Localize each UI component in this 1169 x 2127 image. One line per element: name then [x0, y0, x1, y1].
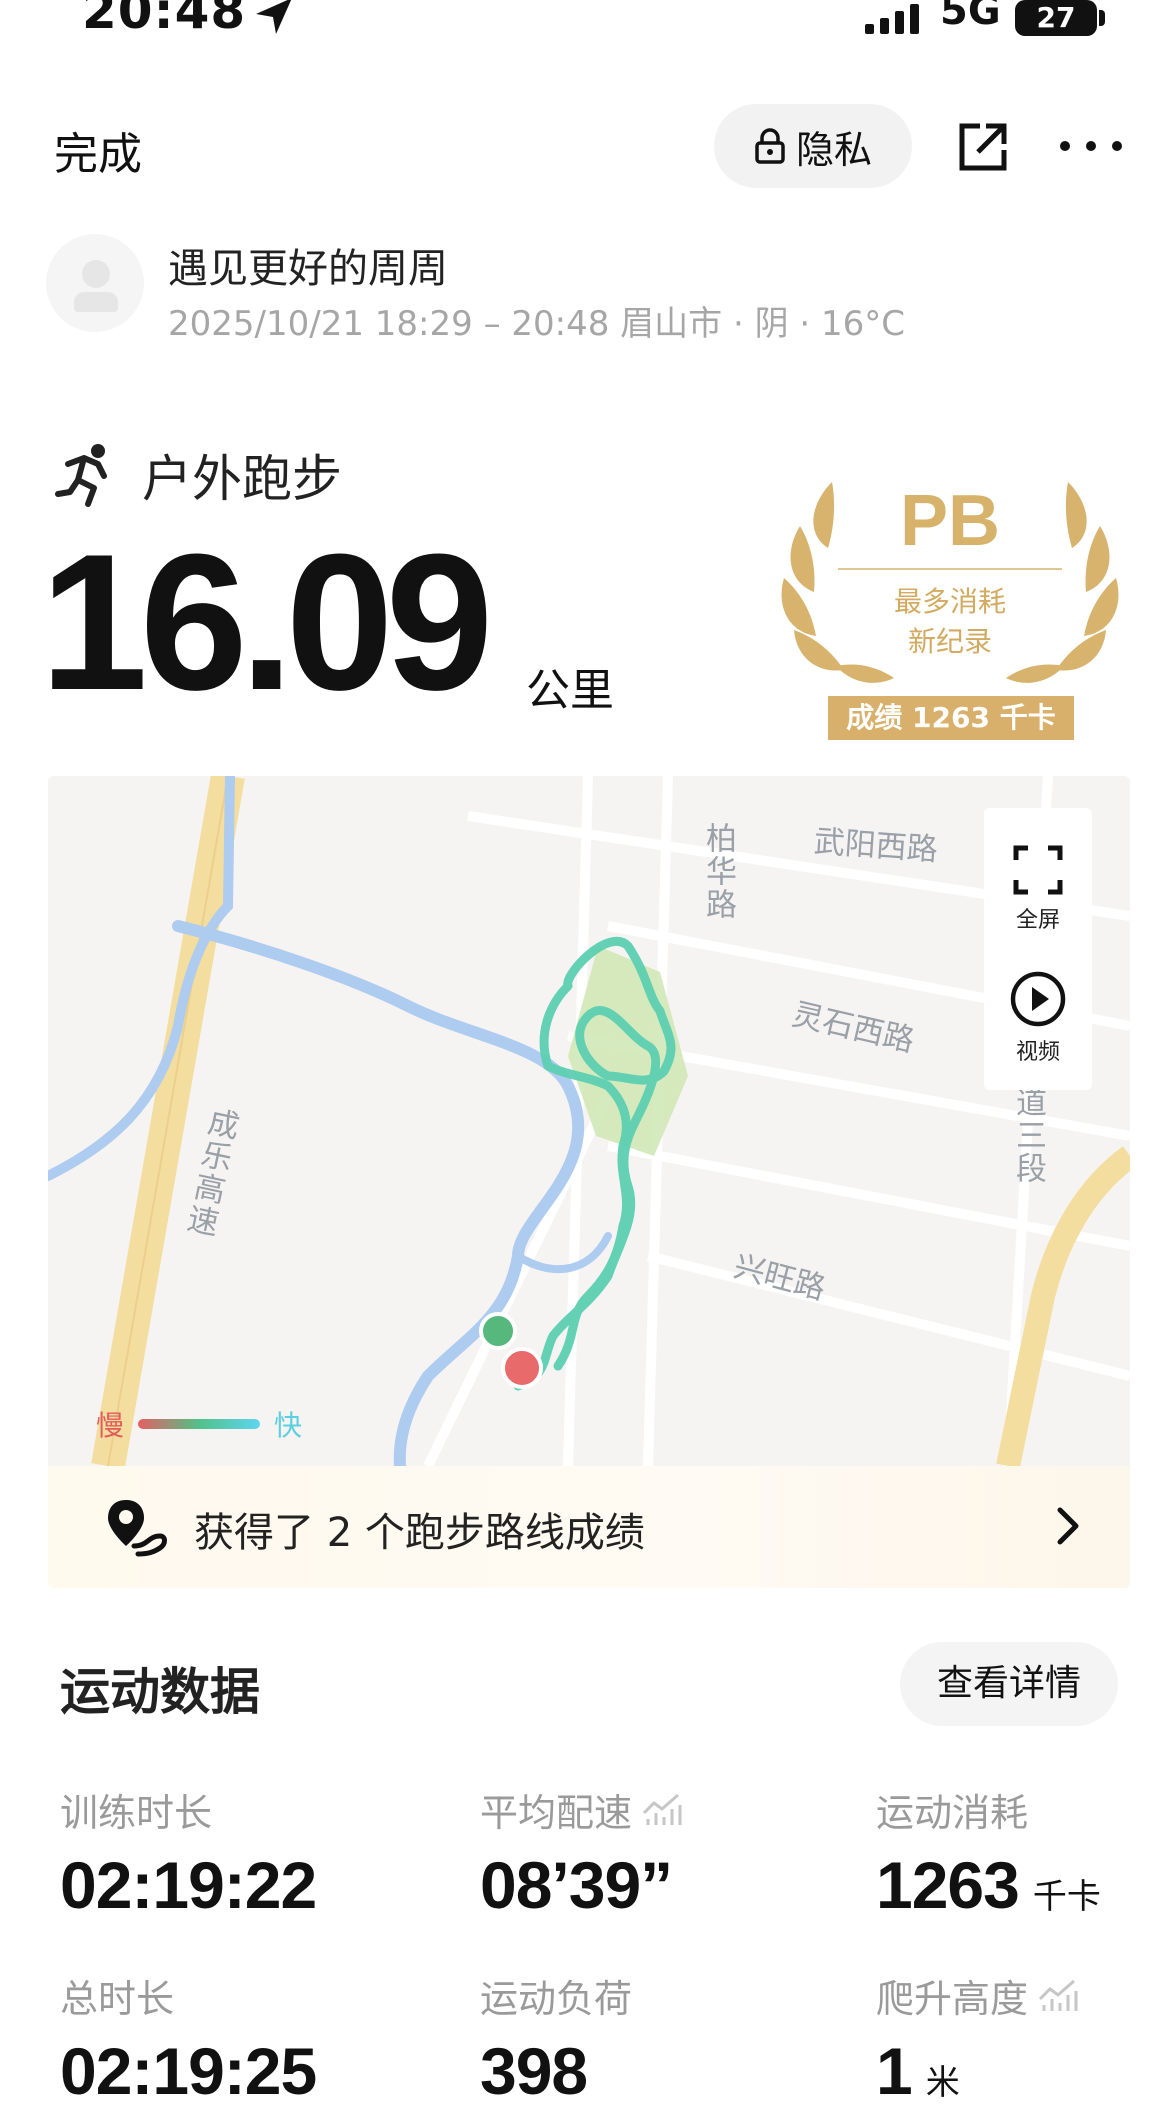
status-time: 20:48 — [82, 0, 247, 40]
pb-title: PB — [899, 481, 1001, 561]
pb-subtitle-line1: 最多消耗 — [893, 585, 1006, 618]
avatar-body-icon — [74, 292, 118, 312]
more-options-button[interactable] — [1060, 120, 1122, 172]
running-icon — [55, 444, 107, 507]
map-label-wuyang-west-road: 武阳西路 — [812, 823, 939, 869]
trend-chart-icon — [642, 1793, 682, 1825]
start-marker — [479, 1312, 517, 1350]
battery-icon: 27 — [1015, 0, 1097, 36]
stat-unit: 米 — [925, 2063, 960, 2103]
stat-label: 运动负荷 — [480, 1977, 633, 2021]
user-name: 遇见更好的周周 — [168, 246, 448, 292]
fullscreen-icon — [1013, 845, 1063, 895]
cellular-signal-icon — [865, 4, 919, 34]
stat-value: 08’39” — [480, 1848, 673, 1922]
avatar-head-icon — [82, 260, 110, 288]
done-button[interactable]: 完成 — [54, 118, 142, 182]
lock-icon — [755, 128, 785, 164]
privacy-label: 隐私 — [795, 127, 872, 172]
pb-record: 成绩 1263 千卡 — [828, 696, 1074, 740]
view-details-button[interactable]: 查看详情 — [900, 1642, 1118, 1726]
more-dot-icon — [1086, 141, 1096, 151]
distance-value: 16.09 — [40, 514, 493, 731]
route-pin-icon — [108, 1500, 167, 1557]
pb-badge[interactable]: PB 最多消耗 新纪录 成绩 1263 千卡 — [770, 474, 1130, 744]
network-type: 5G — [940, 0, 1001, 34]
stat-unit: 千卡 — [1032, 1877, 1101, 1917]
route-achievements-text: 获得了 2 个跑步路线成绩 — [194, 1510, 645, 1556]
stat-elevation[interactable]: 爬升高度 1米 — [876, 1968, 1078, 2109]
video-label: 视频 — [1015, 1040, 1060, 1065]
stat-avg-pace[interactable]: 平均配速 08’39” — [480, 1782, 682, 1923]
speed-gradient-bar — [138, 1419, 261, 1429]
map-controls: 全屏 视频 — [984, 808, 1092, 1090]
status-bar: 20:48 5G 27 — [0, 0, 1169, 50]
map-label-section-3: 道三段 — [1010, 1086, 1046, 1185]
stat-value: 1263 — [876, 1848, 1020, 1922]
more-dot-icon — [1112, 141, 1122, 151]
share-icon[interactable] — [956, 118, 1012, 174]
location-arrow-icon — [256, 0, 292, 34]
end-marker — [501, 1347, 543, 1389]
stat-label: 训练时长 — [60, 1791, 213, 1835]
speed-legend: 慢 快 — [96, 1406, 302, 1442]
fullscreen-button[interactable]: 全屏 — [984, 844, 1092, 934]
top-nav: 完成 隐私 — [0, 100, 1169, 200]
distance-unit: 公里 — [526, 665, 614, 716]
stat-label: 平均配速 — [480, 1791, 633, 1835]
activity-type: 户外跑步 — [142, 450, 342, 508]
privacy-button[interactable]: 隐私 — [714, 104, 912, 188]
speed-slow-label: 慢 — [96, 1409, 125, 1442]
activity-type-row: 户外跑步 — [54, 440, 342, 510]
video-button[interactable]: 视频 — [984, 970, 1092, 1066]
stat-label: 总时长 — [60, 1977, 175, 2021]
stat-value: 398 — [480, 2034, 588, 2108]
play-circle-icon — [1010, 971, 1066, 1027]
section-title: 运动数据 — [60, 1663, 260, 1721]
stat-label: 运动消耗 — [876, 1791, 1029, 1835]
speed-fast-label: 快 — [274, 1409, 303, 1442]
avatar[interactable] — [46, 234, 144, 332]
route-map-card: 柏华路 武阳西路 灵石西路 道三段 兴旺路 成乐高速 全屏 视频 慢 快 获得了… — [48, 776, 1130, 1588]
stat-value: 02:19:22 — [60, 1848, 317, 1922]
chevron-right-icon — [1057, 1507, 1079, 1545]
stat-calories: 运动消耗 1263 千卡 — [876, 1782, 1101, 1923]
more-dot-icon — [1060, 141, 1070, 151]
user-info: 遇见更好的周周 2025/10/21 18:29 – 20:48 眉山市 · 阴… — [46, 234, 1146, 344]
stat-total-duration: 总时长 02:19:25 — [60, 1968, 317, 2109]
route-achievements-banner[interactable]: 获得了 2 个跑步路线成绩 — [48, 1466, 1130, 1588]
map-label-baihua-road: 柏华路 — [700, 822, 736, 921]
fullscreen-label: 全屏 — [1015, 908, 1060, 933]
trend-chart-icon — [1038, 1979, 1078, 2011]
battery-tip — [1099, 10, 1105, 26]
stat-load: 运动负荷 398 — [480, 1968, 632, 2109]
stat-label: 爬升高度 — [876, 1977, 1029, 2021]
stat-value: 1 — [876, 2034, 913, 2108]
activity-meta: 2025/10/21 18:29 – 20:48 眉山市 · 阴 · 16°C — [168, 304, 906, 344]
pb-subtitle-line2: 新纪录 — [907, 625, 992, 658]
pb-divider — [838, 568, 1062, 570]
stat-value: 02:19:25 — [60, 2034, 317, 2108]
stat-train-duration: 训练时长 02:19:22 — [60, 1782, 317, 1923]
